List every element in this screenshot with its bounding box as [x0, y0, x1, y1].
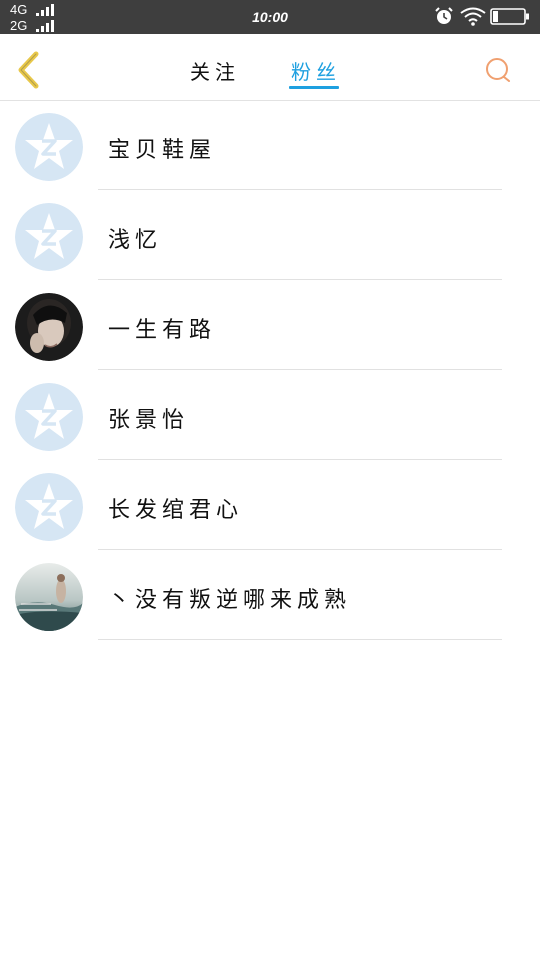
list-item[interactable]: 浅忆 — [0, 190, 540, 280]
fan-name: 丶没有叛逆哪来成熟 — [108, 588, 352, 613]
default-qq-avatar-icon — [15, 473, 83, 541]
header: 关注 粉丝 — [0, 34, 540, 101]
fan-name: 张景怡 — [108, 408, 190, 433]
default-qq-avatar-icon — [15, 203, 83, 271]
list-item[interactable]: 丶没有叛逆哪来成熟 — [0, 550, 540, 640]
fan-name: 宝贝鞋屋 — [108, 138, 217, 163]
search-icon[interactable] — [484, 56, 512, 84]
wifi-icon — [460, 7, 486, 26]
avatar — [15, 473, 83, 541]
divider — [98, 639, 502, 640]
photo-avatar-person — [15, 293, 83, 361]
default-qq-avatar-icon — [15, 113, 83, 181]
tab-fans[interactable]: 粉丝 — [291, 56, 341, 85]
status-bar: 4G 2G 10:00 — [0, 0, 540, 34]
list-item[interactable]: 宝贝鞋屋 — [0, 100, 540, 190]
active-tab-indicator — [289, 86, 339, 89]
default-qq-avatar-icon — [15, 383, 83, 451]
battery-icon — [490, 8, 529, 25]
avatar — [15, 203, 83, 271]
photo-avatar-scene — [15, 563, 83, 631]
list-item[interactable]: 长发绾君心 — [0, 460, 540, 550]
avatar — [15, 383, 83, 451]
fan-name: 浅忆 — [108, 228, 163, 253]
avatar — [15, 563, 83, 631]
fans-list: 宝贝鞋屋 浅忆 一生有路 张景怡 长发绾君心 丶没有叛逆哪来成熟 — [0, 100, 540, 640]
tab-follow[interactable]: 关注 — [190, 56, 240, 85]
avatar — [15, 293, 83, 361]
list-item[interactable]: 一生有路 — [0, 280, 540, 370]
clock: 10:00 — [252, 9, 288, 25]
alarm-icon — [435, 7, 453, 24]
back-chevron-icon[interactable] — [12, 50, 46, 90]
fan-name: 一生有路 — [108, 318, 217, 343]
avatar — [15, 113, 83, 181]
fan-name: 长发绾君心 — [108, 498, 244, 523]
list-item[interactable]: 张景怡 — [0, 370, 540, 460]
